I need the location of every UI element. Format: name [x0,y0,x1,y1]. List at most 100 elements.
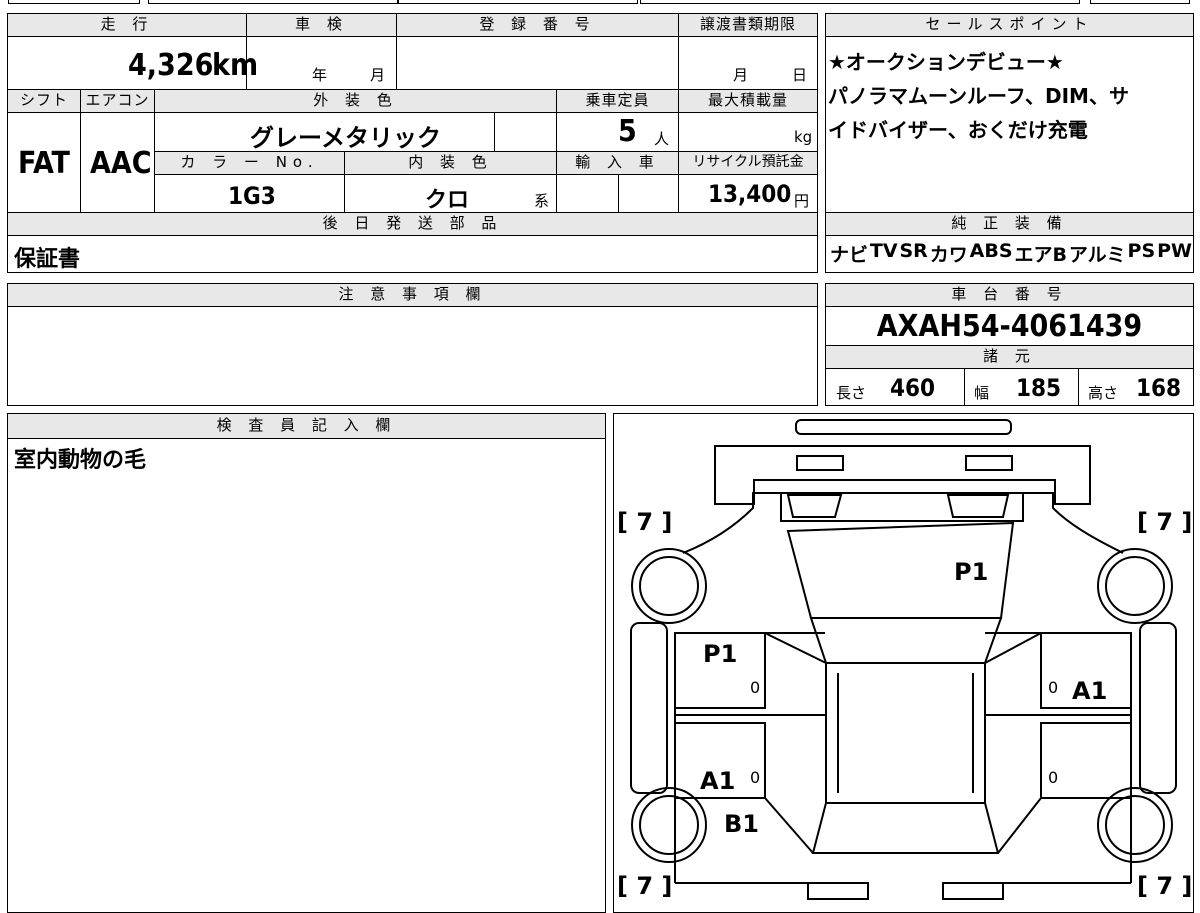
tire-tread-rear-right: [ 7 ] [1137,872,1193,900]
mark-front-left-door: P1 [703,640,738,668]
chassis-number: AXAH54-4061439 [876,309,1143,344]
equipment-header: 純 正 装 備 [825,212,1194,236]
transfer-month-unit: 月 [733,66,749,84]
equipment-item-pw: PW [1157,240,1192,262]
equipment-list: ナビ TV SR カワ ABS エアB アルミ PS PW [830,240,1192,267]
ac-value: AAC [90,146,152,181]
registration-cell [396,36,679,90]
front-bumper [714,445,1091,505]
tire-tread-front-left: [ 7 ] [617,508,673,536]
exterior-color-value: グレーメタリック [250,124,442,152]
later-parts-header: 後 日 発 送 部 品 [7,212,818,236]
equipment-item-airbag: エアB [1014,244,1067,266]
inspection-month-unit: 月 [370,66,386,84]
max-load-unit: kg [794,128,813,146]
wheel-front-right-inner [1105,556,1165,616]
mileage-value: 4,326 [128,48,214,83]
tire-tread-front-right: [ 7 ] [1137,508,1193,536]
sales-point-line-3: イドバイザー、おくだけ充電 [828,118,1088,142]
top-strip-cell [640,0,1080,4]
car-diagram [630,419,1177,900]
registration-header: 登 録 番 号 [396,13,679,37]
front-bumper-top [795,419,1012,435]
sales-point-line-2: パノラマムーンルーフ、DIM、サ [828,84,1129,108]
zero-mark-rear-left: 0 [750,768,761,787]
color-number-value: 1G3 [228,182,276,210]
body-outline-front [682,492,1124,554]
import-cell [556,174,619,213]
headlight-left [796,455,844,471]
transfer-day-unit: 日 [792,66,808,84]
left-fender [630,622,668,794]
rear-bumper-right [942,882,1004,900]
notes-header: 注 意 事 項 欄 [7,283,818,307]
mark-right-door: A1 [1072,677,1108,705]
shift-value: FAT [18,146,70,181]
wheel-rear-left-inner [639,795,699,855]
inspection-year-unit: 年 [312,66,328,84]
sales-point-header: セールスポイント [825,13,1194,37]
equipment-item-leather: カワ [929,244,968,266]
shift-header: シフト [7,89,81,113]
capacity-header: 乗車定員 [556,89,679,113]
chassis-header: 車 台 番 号 [825,283,1194,307]
max-load-header: 最大積載量 [678,89,818,113]
interior-color-value: クロ [425,188,470,213]
import-sub-cell [618,174,679,213]
exterior-color-sub-cell [494,112,557,152]
wheel-rear-left [631,787,707,863]
spec-length-label: 長さ [836,384,867,402]
tire-tread-rear-left: [ 7 ] [617,872,673,900]
ac-header: エアコン [80,89,155,113]
spec-width-label: 幅 [974,384,990,402]
wheel-rear-right [1097,787,1173,863]
equipment-item-tv: TV [869,240,898,262]
left-side [674,632,825,884]
spec-height-label: 高さ [1088,384,1119,402]
zero-mark-front-left: 0 [750,678,761,697]
equipment-item-alloy: アルミ [1068,244,1126,266]
spec-height-value: 168 [1136,374,1182,402]
top-strip-cell [1090,0,1190,4]
mark-hood: P1 [954,558,989,586]
specs-header: 諸 元 [825,345,1194,369]
hood-vent-right [946,494,1010,518]
top-strip-cell [398,0,638,4]
windshield [809,617,1003,664]
hood-vent-left [786,494,843,518]
inspector-box [7,413,606,913]
interior-color-header: 内 装 色 [344,151,557,175]
recycle-deposit-unit: 円 [794,192,810,210]
wheel-front-right [1097,548,1173,624]
equipment-item-navi: ナビ [830,244,869,266]
spec-length-value: 460 [890,374,936,402]
left-b-pillar [764,632,827,854]
top-strip-cell [8,0,140,4]
recycle-deposit-header: リサイクル預託金 [678,151,818,175]
color-number-header: カ ラ ー No. [154,151,345,175]
wheel-rear-right-inner [1105,795,1165,855]
mileage-header: 走 行 [7,13,247,37]
sales-point-line-1: ★オークションデビュー★ [828,50,1064,74]
later-parts-value: 保証書 [14,247,81,272]
wheel-front-left [631,548,707,624]
mark-rear-left-quarter: B1 [724,810,759,838]
rear-bumper-left [807,882,869,900]
capacity-unit: 人 [654,130,670,148]
equipment-item-ps: PS [1127,240,1156,262]
capacity-value: 5 [618,114,637,149]
import-header: 輸 入 車 [556,151,679,175]
top-strip-cell [148,0,398,4]
right-b-pillar [984,632,1042,854]
spec-width-value: 185 [1016,374,1062,402]
equipment-item-abs: ABS [969,240,1013,262]
roof [825,662,986,804]
zero-mark-front-right: 0 [1048,678,1059,697]
exterior-color-header: 外 装 色 [154,89,557,113]
right-side [985,632,1132,884]
inspection-header: 車 検 [246,13,397,37]
recycle-deposit-value: 13,400 [708,180,792,208]
inspector-header: 検 査 員 記 入 欄 [7,413,606,439]
rear-glass [811,802,1000,854]
later-parts-cell [7,235,818,273]
